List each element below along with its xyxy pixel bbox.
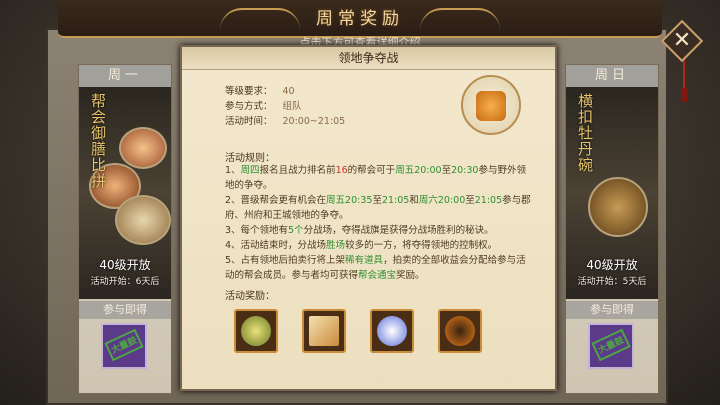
info-value: 20:00~21:05 <box>282 116 346 127</box>
rules-header: 活动规则： <box>225 153 275 164</box>
reward-item[interactable] <box>370 309 414 353</box>
rule-highlight: 周六20:00 <box>418 195 466 206</box>
reward-item[interactable] <box>302 309 346 353</box>
reward-slot[interactable]: 大量鼓 <box>588 323 634 369</box>
day-label: 周一 <box>79 65 171 87</box>
rule-highlight: 周四 <box>240 165 260 176</box>
rule-text: 至 <box>465 195 475 206</box>
reward-item[interactable] <box>234 309 278 353</box>
start-countdown: 活动开始：5天后 <box>577 277 647 287</box>
rule-highlight: 胜场 <box>326 240 346 251</box>
rule-text: 至 <box>441 165 452 176</box>
participation-label: 参与即得 <box>566 301 658 319</box>
info-label: 活动时间： <box>225 116 273 127</box>
rule-text: 至 <box>372 195 382 206</box>
rule-highlight: 周五20:00 <box>395 165 442 176</box>
banner-ornament-right <box>420 8 500 30</box>
rule-highlight: 5个 <box>288 225 304 236</box>
rule-text: 和 <box>409 195 419 206</box>
fire-spirit-icon <box>445 316 475 346</box>
rule-2: 2、晋级帮会更有机会在周五20:35至21:05和周六20:00至21:05参与… <box>225 193 535 223</box>
info-label: 参与方式： <box>225 101 273 112</box>
rule-text: 分战场，夺得战旗是获得分战场胜利的秘诀。 <box>303 225 494 236</box>
event-name: 横扣牡丹碗 <box>576 93 594 173</box>
info-time: 活动时间： 20:00~21:05 <box>225 115 345 129</box>
rule-highlight: 21:05 <box>474 195 503 206</box>
rule-text: 报名且战力排名前 <box>259 165 336 176</box>
jade-pendant-icon <box>241 316 271 346</box>
info-label: 等级要求： <box>225 86 273 97</box>
level-requirement: 40级开放 <box>99 258 151 272</box>
stamp-badge: 大量鼓 <box>591 328 631 362</box>
rule-text: 较多的一方，将夺得领地的控制权。 <box>345 240 498 251</box>
page-title: 周常奖励 <box>316 9 404 29</box>
rule-text: 的帮会可于 <box>347 165 396 176</box>
rule-highlight: 16 <box>335 165 348 176</box>
event-artwork: 横扣牡丹碗 40级开放 活动开始：5天后 <box>566 87 658 299</box>
info-value: 组队 <box>282 101 302 112</box>
rewards-header: 活动奖励： <box>225 291 275 302</box>
rule-5: 5、占有领地后拍卖行将上架稀有道具，拍卖的全部收益会分配给参与活动的帮会成员。参… <box>225 253 535 283</box>
info-mode: 参与方式： 组队 <box>225 100 302 114</box>
event-name: 帮会御膳比拼 <box>89 93 107 189</box>
rule-1: 1、周四报名且战力排名前16的帮会可于周五20:00至20:30参与野外领地的争… <box>225 163 535 193</box>
rule-highlight: 周五20:35 <box>326 195 373 206</box>
rule-3: 3、每个领地有5个分战场，夺得战旗是获得分战场胜利的秘诀。 <box>225 223 535 238</box>
rule-highlight: 帮会通宝 <box>358 270 397 281</box>
popup-title: 领地争夺战 <box>338 51 399 65</box>
stamp-badge: 大量鼓 <box>104 328 144 362</box>
close-icon[interactable]: ✕ <box>667 26 697 56</box>
dish-icon <box>119 127 167 169</box>
info-value: 40 <box>282 86 295 97</box>
participation-label: 参与即得 <box>79 301 171 319</box>
rule-text: 2、晋级帮会更有机会在 <box>225 195 327 206</box>
globe-bowl-icon <box>588 177 648 237</box>
rule-4: 4、活动结束时，分战场胜场较多的一方，将夺得领地的控制权。 <box>225 238 535 253</box>
rule-text: 4、活动结束时，分战场 <box>225 240 327 251</box>
rule-text: 1、 <box>225 165 241 176</box>
scroll-icon <box>309 316 339 346</box>
event-detail-popup: 领地争夺战 等级要求： 40 参与方式： 组队 活动时间： 20:00~21:05 活… <box>180 45 557 391</box>
event-artwork: 帮会御膳比拼 40级开放 活动开始：6天后 <box>79 87 171 299</box>
day-label: 周日 <box>566 65 658 87</box>
start-countdown: 活动开始：6天后 <box>90 277 160 287</box>
rule-highlight: 20:30 <box>451 165 479 176</box>
golden-seal-icon <box>476 91 506 121</box>
reward-slot[interactable]: 大量鼓 <box>101 323 147 369</box>
level-requirement: 40级开放 <box>586 258 638 272</box>
rule-text: 奖励。 <box>396 270 425 281</box>
day-card-monday[interactable]: 周一 帮会御膳比拼 40级开放 活动开始：6天后 参与即得 大量鼓 <box>78 64 172 394</box>
dish-icon <box>115 195 171 245</box>
day-card-sunday[interactable]: 周日 横扣牡丹碗 40级开放 活动开始：5天后 参与即得 大量鼓 <box>565 64 659 394</box>
crystal-orb-icon <box>377 316 407 346</box>
info-level: 等级要求： 40 <box>225 85 295 99</box>
rule-text: 3、每个领地有 <box>225 225 289 236</box>
reward-item[interactable] <box>438 309 482 353</box>
rule-text: 5、占有领地后拍卖行将上架 <box>225 255 346 266</box>
rule-highlight: 21:05 <box>381 195 410 206</box>
rule-highlight: 稀有道具 <box>345 255 384 266</box>
banner-ornament-left <box>220 8 300 30</box>
